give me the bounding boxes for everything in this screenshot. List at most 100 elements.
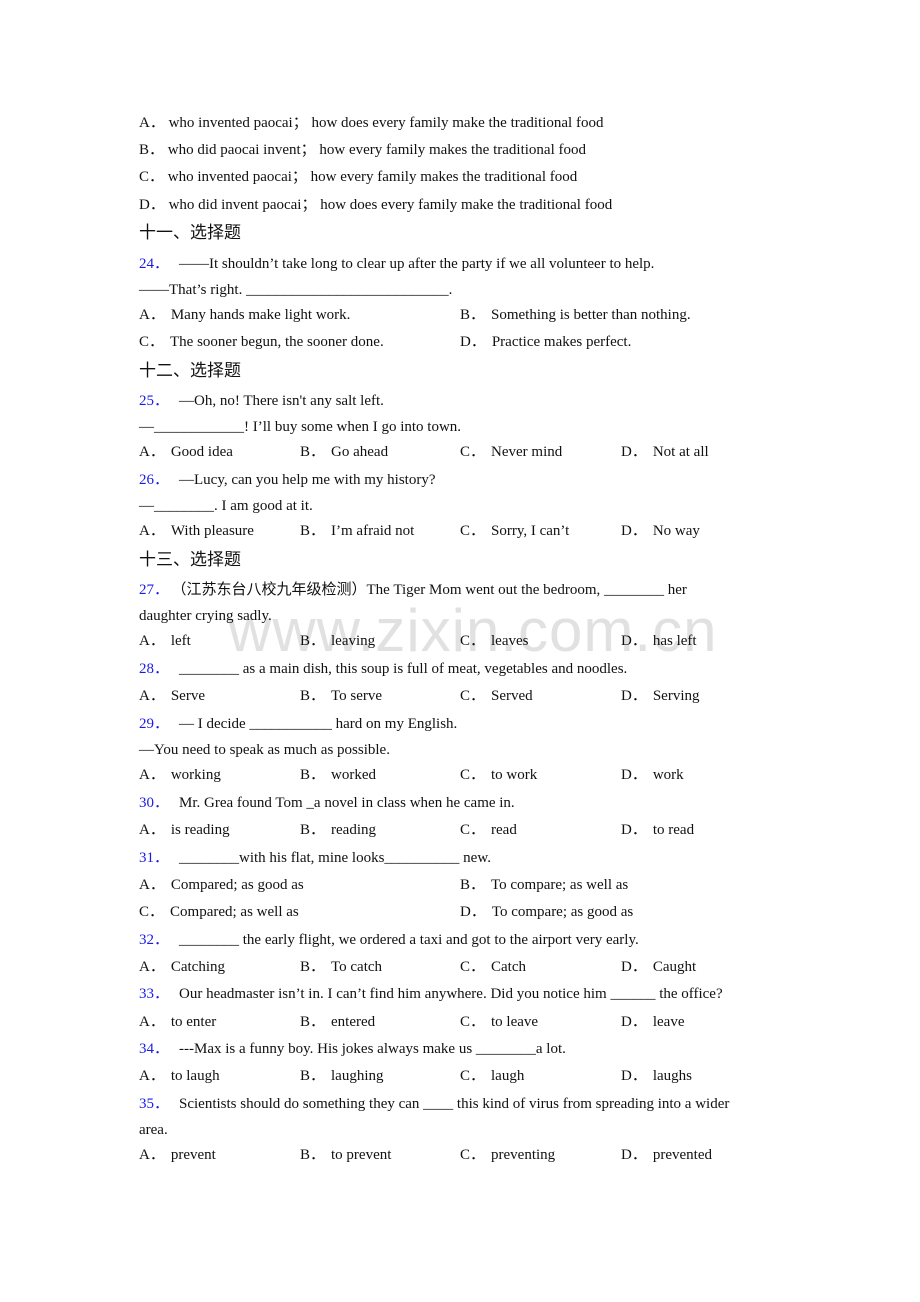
q30-option-c[interactable]: C． read	[460, 821, 517, 839]
q27-option-d[interactable]: D． has left	[621, 632, 697, 650]
q31-option-c[interactable]: C． Compared; as well as	[139, 903, 299, 921]
option-letter: D．	[621, 523, 647, 539]
q35-option-c[interactable]: C． preventing	[460, 1146, 555, 1164]
option-letter: C．	[460, 1147, 486, 1163]
q25-option-c[interactable]: C． Never mind	[460, 443, 562, 461]
option-text: laughing	[331, 1068, 384, 1084]
option-letter: C．	[460, 959, 486, 975]
q33-option-d[interactable]: D． leave	[621, 1013, 684, 1031]
option-letter: B．	[300, 1014, 326, 1030]
option-letter: A．	[139, 767, 165, 783]
option-letter: D．	[621, 444, 647, 460]
option-letter: A．	[139, 877, 165, 893]
q28-option-b[interactable]: B． To serve	[300, 687, 382, 705]
q23-option-c[interactable]: C． who invented paocai； how every family…	[139, 168, 577, 186]
option-text: The sooner begun, the sooner done.	[170, 334, 384, 350]
q31-option-b[interactable]: B． To compare; as well as	[460, 876, 628, 894]
question-text: — I decide ___________ hard on my Englis…	[179, 716, 458, 732]
q34-option-c[interactable]: C． laugh	[460, 1067, 524, 1085]
q34-option-a[interactable]: A． to laugh	[139, 1067, 220, 1085]
question-number: 33．	[139, 986, 170, 1002]
question-text: —Lucy, can you help me with my history?	[179, 472, 436, 488]
question-number: 28．	[139, 661, 170, 677]
option-text: entered	[331, 1014, 376, 1030]
option-text: To serve	[331, 688, 383, 704]
q34-option-d[interactable]: D． laughs	[621, 1067, 692, 1085]
q26-option-b[interactable]: B． I’m afraid not	[300, 522, 414, 540]
option-text: Sorry, I can’t	[491, 523, 570, 539]
option-letter: B．	[460, 307, 486, 323]
q26-option-a[interactable]: A． With pleasure	[139, 522, 254, 540]
option-text: working	[170, 767, 221, 783]
q30-option-d[interactable]: D． to read	[621, 821, 694, 839]
option-text: laugh	[491, 1068, 525, 1084]
q28-option-c[interactable]: C． Served	[460, 687, 533, 705]
q23-option-d[interactable]: D． who did invent paocai； how does every…	[139, 196, 612, 214]
q25-option-b[interactable]: B． Go ahead	[300, 443, 388, 461]
q23-option-b[interactable]: B． who did paocai invent； how every fami…	[139, 141, 586, 159]
option-letter: B．	[300, 1068, 326, 1084]
option-letter: D．	[139, 197, 165, 213]
option-text: prevent	[170, 1147, 216, 1163]
question-24: 24． ——It shouldn’t take long to clear up …	[139, 255, 654, 273]
q33-option-b[interactable]: B． entered	[300, 1013, 375, 1031]
watermark: www.zixin.com.cn	[228, 597, 718, 664]
option-letter: A．	[139, 959, 165, 975]
q25-option-a[interactable]: A． Good idea	[139, 443, 233, 461]
q27-option-a[interactable]: A． left	[139, 632, 191, 650]
q32-option-c[interactable]: C． Catch	[460, 958, 526, 976]
q33-option-c[interactable]: C． to leave	[460, 1013, 538, 1031]
q35-option-d[interactable]: D． prevented	[621, 1146, 712, 1164]
question-text-cont: ——That’s right. ________________________…	[139, 282, 453, 298]
q24-option-c[interactable]: C． The sooner begun, the sooner done.	[139, 333, 384, 351]
q30-option-a[interactable]: A． is reading	[139, 821, 230, 839]
q23-option-a[interactable]: A． who invented paocai； how does every f…	[139, 114, 603, 132]
q27-option-b[interactable]: B． leaving	[300, 632, 375, 650]
q29-option-a[interactable]: A． working	[139, 766, 221, 784]
option-letter: A．	[139, 444, 165, 460]
q24-option-b[interactable]: B． Something is better than nothing.	[460, 306, 691, 324]
q33-option-a[interactable]: A． to enter	[139, 1013, 216, 1031]
q35-option-a[interactable]: A． prevent	[139, 1146, 216, 1164]
q30-option-b[interactable]: B． reading	[300, 821, 376, 839]
question-28: 28． ________ as a main dish, this soup is…	[139, 660, 627, 678]
option-text: who invented paocai； how every family ma…	[167, 169, 578, 185]
q28-option-a[interactable]: A． Serve	[139, 687, 205, 705]
option-letter: D．	[621, 1068, 647, 1084]
question-number: 34．	[139, 1041, 170, 1057]
q28-option-d[interactable]: D． Serving	[621, 687, 700, 705]
q29-option-b[interactable]: B． worked	[300, 766, 376, 784]
option-letter: A．	[139, 822, 165, 838]
question-text: Scientists should do something they can …	[179, 1096, 730, 1112]
q29-option-d[interactable]: D． work	[621, 766, 684, 784]
option-text: who did invent paocai； how does every fa…	[168, 197, 613, 213]
option-letter: D．	[621, 633, 647, 649]
question-text-cont: daughter crying sadly.	[139, 608, 272, 624]
option-text: With pleasure	[170, 523, 254, 539]
question-text: ________with his flat, mine looks_______…	[179, 850, 491, 866]
option-letter: A．	[139, 1014, 165, 1030]
q26-option-c[interactable]: C． Sorry, I can’t	[460, 522, 569, 540]
q24-option-d[interactable]: D． Practice makes perfect.	[460, 333, 631, 351]
option-letter: D．	[460, 904, 486, 920]
q31-option-a[interactable]: A． Compared; as good as	[139, 876, 304, 894]
option-letter: C．	[139, 904, 165, 920]
q32-option-d[interactable]: D． Caught	[621, 958, 696, 976]
q32-option-b[interactable]: B． To catch	[300, 958, 382, 976]
question-text: （江苏东台八校九年级检测）The Tiger Mom went out the …	[179, 582, 687, 598]
q27-option-c[interactable]: C． leaves	[460, 632, 529, 650]
q34-option-b[interactable]: B． laughing	[300, 1067, 384, 1085]
option-letter: A．	[139, 115, 165, 131]
q32-option-a[interactable]: A． Catching	[139, 958, 225, 976]
question-text: ________ the early flight, we ordered a …	[179, 932, 639, 948]
q26-option-d[interactable]: D． No way	[621, 522, 700, 540]
option-letter: B．	[300, 444, 326, 460]
q25-option-d[interactable]: D． Not at all	[621, 443, 709, 461]
q24-option-a[interactable]: A． Many hands make light work.	[139, 306, 350, 324]
q35-option-b[interactable]: B． to prevent	[300, 1146, 391, 1164]
question-number: 26．	[139, 472, 170, 488]
question-text: Our headmaster isn’t in. I can’t find hi…	[179, 986, 723, 1002]
option-text: is reading	[170, 822, 230, 838]
q31-option-d[interactable]: D． To compare; as good as	[460, 903, 633, 921]
q29-option-c[interactable]: C． to work	[460, 766, 537, 784]
